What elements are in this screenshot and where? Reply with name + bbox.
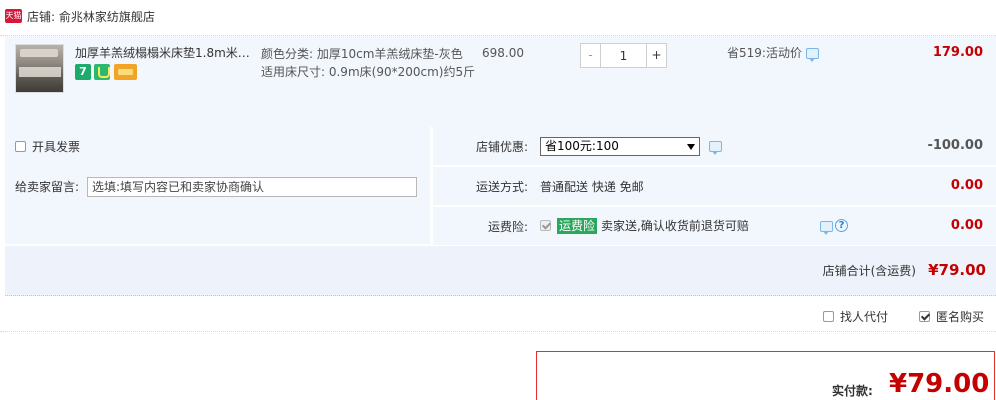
- order-details-panel: 店铺优惠: 省100元:100 -100.00 运送方式: 普通配送 快递 免邮…: [433, 127, 996, 245]
- invoice-option[interactable]: 开具发票: [15, 139, 80, 155]
- shop-header: 天猫 店铺: 俞兆林家纺旗舰店: [0, 0, 996, 36]
- insurance-row: 运费险: 运费险 卖家送,确认收货前退货可赔 ? 0.00: [433, 207, 996, 245]
- dropdown-arrow-icon: [687, 144, 695, 150]
- promotion-text: 省519:活动价: [727, 46, 802, 60]
- insurance-checkbox: [540, 220, 551, 231]
- proxy-pay-option[interactable]: 找人代付: [823, 309, 888, 325]
- invoice-checkbox[interactable]: [15, 141, 26, 152]
- help-icon[interactable]: ?: [835, 219, 848, 232]
- payment-amount: ¥79.00: [889, 369, 990, 399]
- coupon-selected-value: 省100元:100: [545, 139, 619, 153]
- buyer-options-panel: 开具发票 给卖家留言:: [5, 127, 430, 244]
- coupon-row: 店铺优惠: 省100元:100 -100.00: [433, 127, 996, 165]
- payment-label: 实付款:: [832, 384, 873, 398]
- quantity-stepper: - +: [580, 43, 667, 68]
- insurance-description: 卖家送,确认收货前退货可赔: [601, 219, 749, 233]
- tmall-icon: 天猫: [5, 9, 22, 23]
- coupon-label: 店铺优惠:: [475, 140, 528, 154]
- anonymous-purchase-checkbox[interactable]: [919, 311, 930, 322]
- insurance-badge: 运费险: [557, 218, 598, 234]
- coupon-amount: -100.00: [927, 138, 983, 153]
- anonymous-purchase-option[interactable]: 匿名购买: [919, 309, 984, 325]
- insurance-info: 运费险 卖家送,确认收货前退货可赔: [540, 218, 749, 234]
- quantity-minus-button[interactable]: -: [581, 44, 601, 67]
- memo-input[interactable]: [87, 177, 417, 197]
- shield-icon[interactable]: [94, 64, 110, 80]
- product-title[interactable]: 加厚羊羔绒榻榻米床垫1.8m米1...: [75, 45, 255, 61]
- shipping-amount: 0.00: [950, 178, 983, 193]
- quantity-input[interactable]: [602, 44, 645, 67]
- shipping-row: 运送方式: 普通配送 快递 免邮 0.00: [433, 167, 996, 205]
- anonymous-purchase-label: 匿名购买: [936, 310, 985, 324]
- thumbnail-bar: [19, 67, 61, 77]
- store-total-amount: ¥79.00: [928, 261, 986, 279]
- sku-color: 颜色分类: 加厚10cm羊羔绒床垫-灰色: [261, 47, 463, 61]
- unit-price: 698.00: [482, 46, 524, 60]
- store-total-label: 店铺合计(含运费): [822, 264, 916, 278]
- proxy-pay-label: 找人代付: [840, 310, 889, 324]
- proxy-pay-checkbox[interactable]: [823, 311, 834, 322]
- coupon-select[interactable]: 省100元:100: [540, 137, 700, 156]
- memo-label: 给卖家留言:: [15, 180, 80, 194]
- thumbnail-tag: [20, 49, 58, 57]
- sku-info: 颜色分类: 加厚10cm羊羔绒床垫-灰色 适用床尺寸: 0.9m床(90*200…: [261, 45, 476, 81]
- insurance-amount: 0.00: [950, 218, 983, 233]
- invoice-label: 开具发票: [32, 140, 81, 154]
- shipping-label: 运送方式:: [475, 180, 528, 194]
- shop-name[interactable]: 店铺: 俞兆林家纺旗舰店: [27, 9, 155, 25]
- card-icon[interactable]: [114, 64, 137, 80]
- shipping-method: 普通配送 快递 免邮: [540, 180, 644, 194]
- checkout-options: 找人代付 匿名购买: [0, 300, 996, 332]
- payment-summary: 实付款: ¥79.00: [536, 351, 995, 400]
- chat-bubble-icon[interactable]: [805, 48, 819, 62]
- order-item-row: 加厚羊羔绒榻榻米床垫1.8m米1... 7 颜色分类: 加厚10cm羊羔绒床垫-…: [5, 36, 996, 127]
- chat-bubble-icon[interactable]: [820, 221, 833, 235]
- item-subtotal: 179.00: [932, 45, 983, 60]
- product-thumbnail[interactable]: [15, 44, 64, 93]
- promotion-info: 省519:活动价: [727, 45, 819, 62]
- insurance-label: 运费险:: [487, 220, 528, 234]
- order-options: 开具发票 给卖家留言: 店铺优惠: 省100元:100 -100.00 运送方式…: [5, 127, 996, 245]
- seven-day-return-icon[interactable]: 7: [75, 64, 91, 80]
- sku-size: 适用床尺寸: 0.9m床(90*200cm)约5斤: [261, 65, 476, 79]
- chat-bubble-icon[interactable]: [709, 141, 722, 155]
- quantity-plus-button[interactable]: +: [646, 44, 666, 67]
- store-total-row: 店铺合计(含运费) ¥79.00: [5, 246, 996, 296]
